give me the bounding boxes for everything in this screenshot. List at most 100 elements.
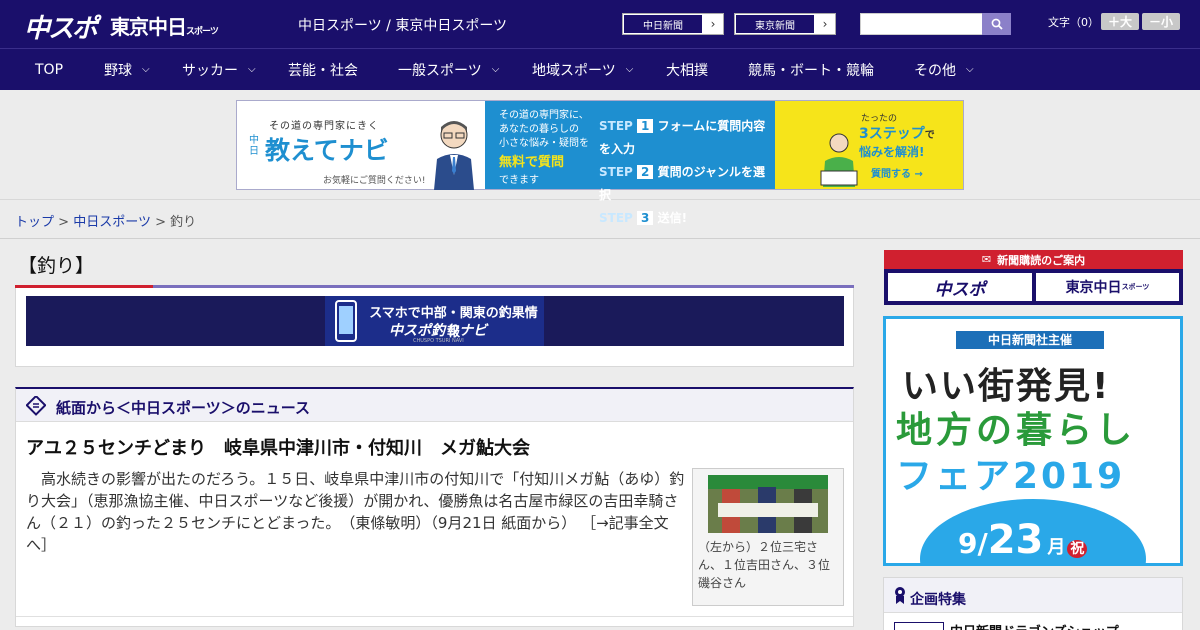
subscribe-chuspo-link[interactable]: 中スポ bbox=[888, 273, 1032, 301]
search-input[interactable] bbox=[860, 13, 983, 35]
photo-certificates bbox=[718, 503, 818, 517]
breadcrumb-current: 釣り bbox=[170, 215, 197, 230]
font-size-label: 文字（0） bbox=[1048, 16, 1099, 29]
tsuri-navi-banner[interactable]: スマホで中部・関東の釣果情報 中スポ釣りナビ CHUSPO TSURI NAVI bbox=[26, 296, 844, 346]
ad-steps: STEP 1 フォームに質問内容を入力 STEP 2 質問のジャンルを選択 ST… bbox=[599, 115, 775, 230]
step-number: 3 bbox=[637, 211, 654, 225]
font-smaller-button[interactable]: －小 bbox=[1142, 13, 1180, 30]
news-divider bbox=[16, 616, 853, 617]
tokyo-logo-text: 東京中日 bbox=[110, 15, 187, 39]
newspaper-icon bbox=[26, 396, 46, 416]
fair-line3: フェア2019 bbox=[896, 456, 1126, 497]
ad-question-button[interactable]: 質問する → bbox=[871, 165, 923, 180]
nav-label: 芸能・社会 bbox=[288, 62, 358, 79]
tokyo-chunichi-logo[interactable]: 東京中日スポーツ bbox=[110, 11, 219, 40]
search-button[interactable] bbox=[982, 13, 1011, 35]
ad-sub: お気軽にご質問ください! bbox=[323, 176, 426, 186]
subscription-box: ✉ 新聞購読のご案内 中スポ 東京中日 スポーツ bbox=[884, 250, 1183, 305]
chevron-down-icon: ⌵ bbox=[625, 64, 634, 75]
breadcrumb-separator: > bbox=[155, 215, 166, 230]
subscribe-tokyo-link[interactable]: 東京中日 スポーツ bbox=[1036, 273, 1179, 301]
article-body: 高水続きの影響が出たのだろう。１５日、岐阜県中津川市の付知川で「付知川メガ鮎（あ… bbox=[26, 468, 686, 556]
chevron-right-icon: › bbox=[822, 17, 828, 31]
nav-item-local-sports[interactable]: 地域スポーツ ⌵ bbox=[532, 49, 633, 90]
sub-logo-text: 東京中日 bbox=[1065, 280, 1122, 296]
nav-label: 地域スポーツ bbox=[532, 62, 616, 79]
ad-question-label: 質問する bbox=[871, 169, 911, 180]
ad-left-panel: その道の専門家にきく 中日 教えてナビ お気軽にご質問ください! bbox=[237, 101, 485, 190]
step-text: 送信! bbox=[657, 211, 688, 225]
paper-button-label: 中日新聞 bbox=[623, 14, 703, 34]
tsuri-navi-inner: スマホで中部・関東の釣果情報 中スポ釣りナビ CHUSPO TSURI NAVI bbox=[325, 296, 544, 346]
step-word: STEP bbox=[599, 211, 633, 225]
ad-right-big: 3ステップで bbox=[859, 123, 935, 143]
nav-label: TOP bbox=[35, 61, 64, 78]
sub-logo-small: スポーツ bbox=[1121, 283, 1150, 291]
tsuri-navi-box: スマホで中部・関東の釣果情報 中スポ釣りナビ CHUSPO TSURI NAVI bbox=[15, 288, 854, 367]
breadcrumb: トップ > 中日スポーツ > 釣り bbox=[15, 211, 196, 230]
nav-item-racing[interactable]: 競馬・ボート・競輪 bbox=[748, 49, 874, 90]
chevron-down-icon: ⌵ bbox=[491, 64, 500, 75]
main-nav: TOP 野球 ⌵ サッカー ⌵ 芸能・社会 一般スポーツ ⌵ 地域スポーツ ⌵ 大相撲 … bbox=[0, 48, 1200, 90]
nav-label: 大相撲 bbox=[666, 62, 708, 79]
fair-ad[interactable]: 中日新聞社主催 いい街発見! 地方の暮らし フェア2019 9/23 月祝 bbox=[883, 316, 1183, 566]
article-photo-box: （左から）２位三宅さん、１位吉田さん、３位磯谷さん bbox=[692, 468, 844, 606]
nav-item-sumo[interactable]: 大相撲 bbox=[666, 49, 708, 90]
ad-step: STEP 1 フォームに質問内容を入力 bbox=[599, 115, 775, 161]
breadcrumb-section-link[interactable]: 中日スポーツ bbox=[73, 215, 151, 230]
subscription-header: ✉ 新聞購読のご案内 bbox=[884, 250, 1183, 269]
ad-mid-line: あなたの暮らしの bbox=[499, 124, 579, 135]
nav-label: 野球 bbox=[104, 62, 132, 79]
breadcrumb-divider bbox=[0, 238, 1200, 239]
ad-mid-line: 小さな悩み・疑問を bbox=[499, 138, 589, 149]
ad-brand-small: 中日 bbox=[249, 135, 259, 157]
nav-item-general-sports[interactable]: 一般スポーツ ⌵ bbox=[398, 49, 499, 90]
news-section: 紙面から＜中日スポーツ＞のニュース アユ２５センチどまり 岐阜県中津川市・付知川… bbox=[15, 387, 854, 627]
advisor-person-icon bbox=[434, 121, 474, 190]
fair-day: 23 bbox=[987, 517, 1044, 563]
chunichi-shimbun-button[interactable]: 中日新聞 › bbox=[622, 13, 724, 35]
ad-middle-panel: その道の専門家に、 あなたの暮らしの 小さな悩み・疑問を 無料で質問 できます … bbox=[485, 101, 775, 225]
fair-weekday: 月 bbox=[1047, 537, 1066, 558]
nav-item-baseball[interactable]: 野球 ⌵ bbox=[104, 49, 150, 90]
ad-mid-lines: その道の専門家に、 あなたの暮らしの 小さな悩み・疑問を bbox=[499, 109, 589, 151]
chevron-down-icon: ⌵ bbox=[248, 64, 256, 75]
nav-label: 一般スポーツ bbox=[398, 62, 482, 79]
paper-button-label: 東京新聞 bbox=[735, 14, 815, 34]
ad-banner-area: その道の専門家にきく 中日 教えてナビ お気軽にご質問ください! その道の専門家… bbox=[0, 90, 1200, 225]
newspaper-icon: ✉ bbox=[981, 253, 992, 266]
special-features-header: 企画特集 bbox=[884, 578, 1182, 613]
step-word: STEP bbox=[599, 119, 633, 133]
dragons-shop-link[interactable]: 中日新聞ドラゴンズショップ bbox=[950, 621, 1119, 630]
arrow-right-icon: → bbox=[914, 169, 923, 180]
tokyo-logo-small: スポーツ bbox=[186, 27, 219, 37]
fair-date: 9/23 月祝 bbox=[958, 517, 1088, 563]
article-photo[interactable] bbox=[708, 475, 828, 533]
nav-item-other[interactable]: その他 ⌵ bbox=[914, 49, 974, 90]
ribbon-icon bbox=[895, 587, 905, 604]
fair-line2: 地方の暮らし bbox=[896, 410, 1137, 451]
chuspo-logo[interactable]: 中スポ bbox=[24, 8, 98, 45]
article-title[interactable]: アユ２５センチどまり 岐阜県中津川市・付知川 メガ鮎大会 bbox=[26, 434, 530, 460]
tokyo-shimbun-button[interactable]: 東京新聞 › bbox=[734, 13, 836, 35]
oshiete-navi-ad[interactable]: その道の専門家にきく 中日 教えてナビ お気軽にご質問ください! その道の専門家… bbox=[236, 100, 964, 225]
step-number: 1 bbox=[637, 119, 654, 133]
ad-mid-highlight: 無料で質問 bbox=[499, 155, 565, 170]
photo-caption: （左から）２位三宅さん、１位吉田さん、３位磯谷さん bbox=[698, 540, 831, 590]
ad-mid-end: できます bbox=[499, 175, 539, 186]
font-larger-button[interactable]: ＋大 bbox=[1101, 13, 1139, 30]
nav-label: その他 bbox=[914, 62, 956, 79]
fair-holiday: 祝 bbox=[1067, 540, 1088, 558]
breadcrumb-home-link[interactable]: トップ bbox=[15, 215, 54, 230]
nav-item-top[interactable]: TOP bbox=[35, 49, 63, 90]
nav-item-soccer[interactable]: サッカー ⌵ bbox=[182, 49, 256, 90]
tsuri-banner-small: CHUSPO TSURI NAVI bbox=[413, 338, 464, 344]
fair-month: 9 bbox=[958, 527, 978, 560]
fair-organizer: 中日新聞社主催 bbox=[956, 331, 1104, 349]
dragons-shop-thumb[interactable] bbox=[894, 622, 944, 630]
ad-right-de: で bbox=[924, 130, 935, 141]
nav-item-entertainment[interactable]: 芸能・社会 bbox=[288, 49, 358, 90]
ad-tagline: その道の専門家にきく bbox=[269, 121, 379, 132]
page-title: 【釣り】 bbox=[18, 255, 95, 277]
tsuri-banner-brand: 中スポ釣りナビ bbox=[389, 323, 487, 339]
